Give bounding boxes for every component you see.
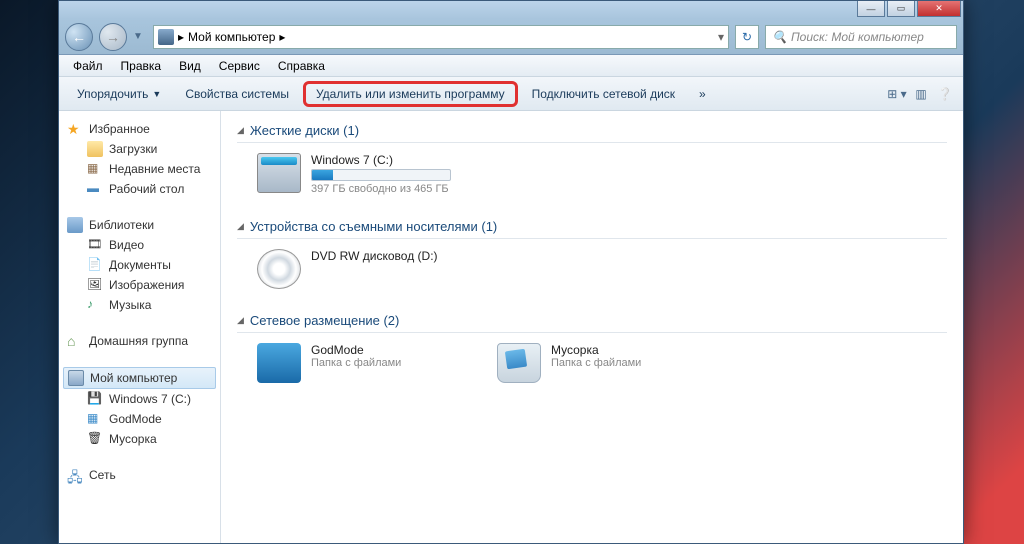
address-dropdown-icon[interactable]: ▾ [718, 30, 724, 44]
drive-name: DVD RW дисковод (D:) [311, 249, 517, 263]
space-bar [311, 169, 451, 181]
drive-name: Windows 7 (C:) [311, 153, 517, 167]
menu-edit[interactable]: Правка [113, 57, 170, 75]
back-button[interactable]: ← [65, 23, 93, 51]
computer-icon [158, 29, 174, 45]
sidebar-network[interactable]: 🖧Сеть [59, 465, 220, 485]
section-hard-drives[interactable]: ◢Жесткие диски (1) [237, 119, 947, 143]
maximize-button[interactable]: ▭ [887, 1, 915, 17]
sidebar-libraries[interactable]: Библиотеки [59, 215, 220, 235]
sidebar-item-pictures[interactable]: 🖼Изображения [59, 275, 220, 295]
collapse-icon: ◢ [237, 221, 244, 232]
section-network-locations[interactable]: ◢Сетевое размещение (2) [237, 309, 947, 333]
explorer-window: — ▭ ✕ ← → ▼ ▸ Мой компьютер ▸ ▾ ↻ 🔍 Поис… [58, 0, 964, 544]
view-mode-button[interactable]: ⊞ ▾ [887, 84, 907, 104]
star-icon: ★ [67, 121, 83, 137]
help-button[interactable]: ❔ [935, 84, 955, 104]
command-bar: Упорядочить ▼ Свойства системы Удалить и… [59, 77, 963, 111]
section-removable[interactable]: ◢Устройства со съемными носителями (1) [237, 215, 947, 239]
sidebar-item-desktop[interactable]: ▬Рабочий стол [59, 179, 220, 199]
sidebar-item-documents[interactable]: 📄Документы [59, 255, 220, 275]
video-icon: 🎞 [87, 237, 103, 253]
sidebar-item-godmode[interactable]: ▦GodMode [59, 409, 220, 429]
sidebar-computer[interactable]: Мой компьютер [63, 367, 216, 389]
item-type: Папка с файлами [551, 357, 641, 369]
map-network-drive-button[interactable]: Подключить сетевой диск [522, 83, 685, 105]
collapse-icon: ◢ [237, 315, 244, 326]
netloc-godmode[interactable]: GodModeПапка с файлами [257, 343, 477, 383]
folder-icon [87, 141, 103, 157]
sidebar-item-recent[interactable]: ▦Недавние места [59, 159, 220, 179]
dvd-drive-icon [257, 249, 301, 289]
search-box[interactable]: 🔍 Поиск: Мой компьютер [765, 25, 957, 49]
collapse-icon: ◢ [237, 125, 244, 136]
folder-icon: ▦ [87, 411, 103, 427]
hard-drive-icon [257, 153, 301, 193]
godmode-icon [257, 343, 301, 383]
item-name: Мусорка [551, 343, 641, 357]
refresh-button[interactable]: ↻ [735, 25, 759, 49]
address-bar[interactable]: ▸ Мой компьютер ▸ ▾ [153, 25, 729, 49]
sidebar-favorites[interactable]: ★Избранное [59, 119, 220, 139]
history-dropdown-icon[interactable]: ▼ [133, 31, 147, 42]
menu-bar: Файл Правка Вид Сервис Справка [59, 55, 963, 77]
close-button[interactable]: ✕ [917, 1, 961, 17]
sidebar-item-trash[interactable]: 🗑Мусорка [59, 429, 220, 449]
search-icon: 🔍 [772, 30, 787, 44]
more-commands-button[interactable]: » [689, 83, 716, 105]
menu-file[interactable]: Файл [65, 57, 111, 75]
document-icon: 📄 [87, 257, 103, 273]
space-fill [312, 170, 333, 180]
libraries-icon [67, 217, 83, 233]
system-properties-button[interactable]: Свойства системы [175, 83, 299, 105]
recent-icon: ▦ [87, 161, 103, 177]
drive-dvd[interactable]: DVD RW дисковод (D:) [257, 249, 517, 289]
uninstall-program-button[interactable]: Удалить или изменить программу [303, 81, 518, 107]
homegroup-icon: ⌂ [67, 333, 83, 349]
search-placeholder: Поиск: Мой компьютер [791, 30, 924, 44]
menu-tools[interactable]: Сервис [211, 57, 268, 75]
content-pane: ◢Жесткие диски (1) Windows 7 (C:) 397 ГБ… [221, 111, 963, 543]
forward-button[interactable]: → [99, 23, 127, 51]
item-name: GodMode [311, 343, 401, 357]
nav-bar: ← → ▼ ▸ Мой компьютер ▸ ▾ ↻ 🔍 Поиск: Мой… [59, 19, 963, 55]
navigation-pane: ★Избранное Загрузки ▦Недавние места ▬Раб… [59, 111, 221, 543]
sidebar-item-drive-c[interactable]: 💾Windows 7 (C:) [59, 389, 220, 409]
menu-help[interactable]: Справка [270, 57, 333, 75]
sidebar-item-videos[interactable]: 🎞Видео [59, 235, 220, 255]
titlebar: — ▭ ✕ [59, 1, 963, 19]
drive-status: 397 ГБ свободно из 465 ГБ [311, 183, 517, 195]
sidebar-item-music[interactable]: ♪Музыка [59, 295, 220, 315]
trash-icon [497, 343, 541, 383]
music-icon: ♪ [87, 297, 103, 313]
breadcrumb-root[interactable]: Мой компьютер [188, 30, 275, 44]
drive-c[interactable]: Windows 7 (C:) 397 ГБ свободно из 465 ГБ [257, 153, 517, 195]
netloc-trash[interactable]: МусоркаПапка с файлами [497, 343, 717, 383]
network-icon: 🖧 [67, 467, 83, 483]
sidebar-item-downloads[interactable]: Загрузки [59, 139, 220, 159]
desktop-icon: ▬ [87, 181, 103, 197]
preview-pane-button[interactable]: ▥ [911, 84, 931, 104]
chevron-down-icon: ▼ [152, 89, 161, 99]
item-type: Папка с файлами [311, 357, 401, 369]
menu-view[interactable]: Вид [171, 57, 209, 75]
organize-button[interactable]: Упорядочить ▼ [67, 83, 171, 105]
sidebar-homegroup[interactable]: ⌂Домашняя группа [59, 331, 220, 351]
drive-icon: 💾 [87, 391, 103, 407]
pictures-icon: 🖼 [87, 277, 103, 293]
trash-icon: 🗑 [87, 431, 103, 447]
computer-icon [68, 370, 84, 386]
minimize-button[interactable]: — [857, 1, 885, 17]
